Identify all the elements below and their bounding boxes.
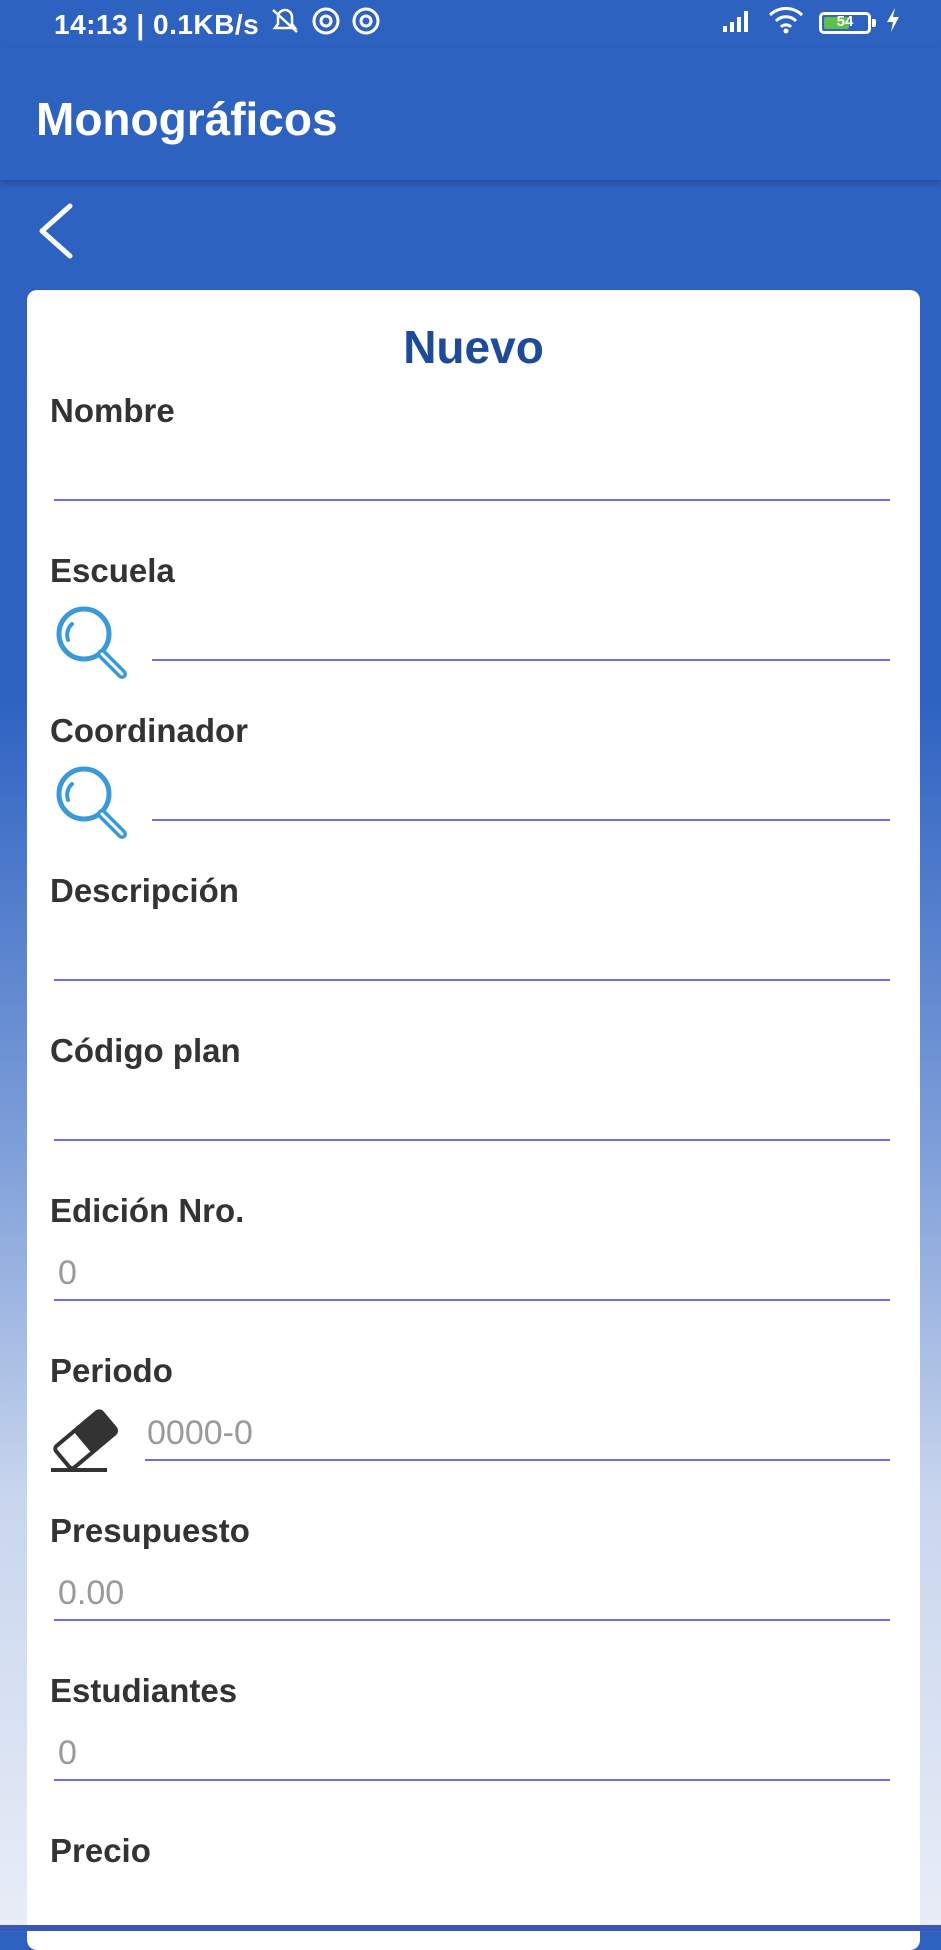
field-label: Estudiantes — [50, 1672, 238, 1709]
input-underline — [54, 1139, 890, 1141]
input-underline — [54, 499, 890, 501]
edicion-input[interactable]: 0 — [54, 1240, 890, 1302]
status-left: 14:13 | 0.1KB/s — [54, 6, 381, 43]
presupuesto-input[interactable]: 0.00 — [54, 1560, 890, 1622]
form-title: Nuevo — [403, 321, 544, 373]
app-notification-icon — [351, 6, 381, 43]
input-underline — [54, 1779, 890, 1781]
input-underline — [54, 1619, 890, 1621]
mute-alarm-icon — [269, 6, 301, 43]
field-label: Periodo — [50, 1352, 173, 1389]
charging-icon — [885, 7, 901, 38]
search-icon[interactable] — [50, 602, 130, 687]
nombre-input[interactable] — [54, 440, 890, 502]
input-underline — [54, 1299, 890, 1301]
battery-icon: 54 — [819, 11, 876, 34]
search-icon[interactable] — [50, 762, 130, 847]
coordinador-input[interactable] — [152, 760, 890, 822]
estudiantes-input[interactable]: 0 — [54, 1720, 890, 1782]
eraser-icon[interactable] — [47, 1404, 123, 1479]
field-estudiantes: Estudiantes 0 — [27, 1672, 920, 1832]
field-precio: Precio — [27, 1832, 920, 1932]
field-periodo: Periodo 0000-0 — [27, 1352, 920, 1512]
input-underline — [152, 659, 890, 661]
field-label: Edición Nro. — [50, 1192, 245, 1229]
field-label: Precio — [50, 1832, 151, 1869]
precio-input[interactable] — [54, 1880, 890, 1920]
input-underline — [152, 819, 890, 821]
field-escuela: Escuela — [27, 552, 920, 712]
descripcion-input[interactable] — [54, 920, 890, 982]
field-descripcion: Descripción — [27, 872, 920, 1032]
field-edicion: Edición Nro. 0 — [27, 1192, 920, 1352]
app-notification-icon — [311, 6, 341, 43]
battery-level: 54 — [836, 12, 854, 30]
form-card: Nuevo Nombre Escuela Coordinador Descrip… — [27, 290, 920, 1950]
input-underline — [145, 1459, 890, 1461]
periodo-input[interactable]: 0000-0 — [145, 1400, 890, 1462]
status-time: 14:13 | 0.1KB/s — [54, 8, 260, 40]
signal-icon — [721, 8, 753, 37]
input-underline — [54, 979, 890, 981]
field-codigo-plan: Código plan — [27, 1032, 920, 1192]
chevron-left-icon — [39, 203, 73, 259]
field-label: Código plan — [50, 1032, 241, 1069]
escuela-input[interactable] — [152, 600, 890, 662]
field-label: Nombre — [50, 392, 175, 429]
field-label: Coordinador — [50, 712, 248, 749]
field-label: Descripción — [50, 872, 239, 909]
wifi-icon — [767, 6, 805, 39]
back-button[interactable] — [30, 196, 86, 266]
field-label: Presupuesto — [50, 1512, 250, 1549]
field-coordinador: Coordinador — [27, 712, 920, 872]
field-nombre: Nombre — [27, 392, 920, 552]
page-title: Monográficos — [36, 93, 338, 145]
status-bar: 14:13 | 0.1KB/s 54 — [0, 0, 941, 48]
status-right: 54 — [721, 6, 901, 39]
field-presupuesto: Presupuesto 0.00 — [27, 1512, 920, 1672]
app-bar: Monográficos — [0, 48, 941, 180]
field-label: Escuela — [50, 552, 175, 589]
bottom-bar — [0, 1925, 941, 1931]
codigo-plan-input[interactable] — [54, 1080, 890, 1142]
